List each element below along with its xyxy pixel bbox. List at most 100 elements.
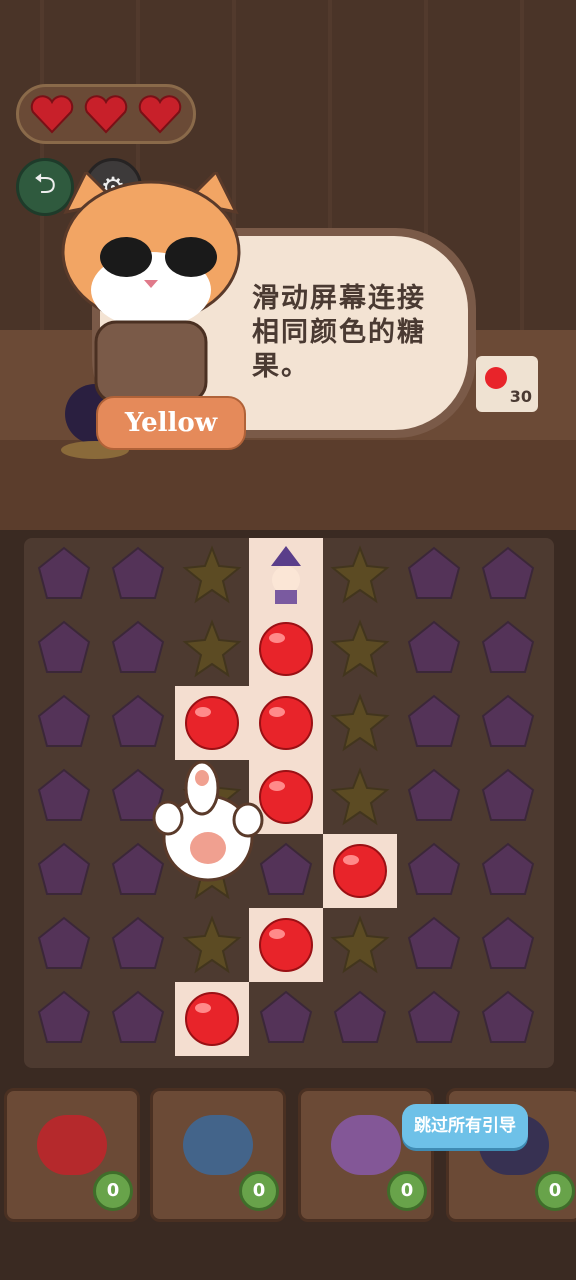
yellow-star-candy-icon: [182, 915, 242, 974]
yellow-star-candy-icon: [330, 693, 390, 752]
board-cell[interactable]: [101, 686, 175, 760]
board-cell[interactable]: [323, 908, 397, 982]
board-cell[interactable]: [323, 982, 397, 1056]
board-cell[interactable]: [323, 760, 397, 834]
purple-candy-icon: [481, 916, 535, 969]
speaker-name-tag: Yellow: [96, 396, 246, 450]
board-cell[interactable]: [397, 760, 471, 834]
purple-candy-icon: [111, 990, 165, 1043]
purple-candy-icon: [111, 546, 165, 599]
yellow-star-candy-icon: [330, 915, 390, 974]
board-cell[interactable]: [471, 908, 545, 982]
board-cell[interactable]: [27, 538, 101, 612]
board-cell[interactable]: [397, 612, 471, 686]
board-cell[interactable]: [471, 612, 545, 686]
booster-count: 0: [387, 1171, 427, 1211]
booster-shuffle-button[interactable]: 0: [150, 1088, 286, 1222]
yellow-star-candy-icon: [182, 619, 242, 678]
board-cell[interactable]: [27, 612, 101, 686]
board-cell[interactable]: [249, 538, 323, 612]
board-cell[interactable]: [175, 686, 249, 760]
skip-tutorial-button[interactable]: 跳过所有引导: [402, 1104, 528, 1148]
purple-candy-icon: [37, 694, 91, 747]
booster-count: 0: [239, 1171, 279, 1211]
cat-character-icon: [61, 172, 241, 402]
purple-candy-icon: [481, 694, 535, 747]
board-cell[interactable]: [471, 982, 545, 1056]
board-cell[interactable]: [471, 760, 545, 834]
board-cell[interactable]: [27, 760, 101, 834]
board-cell[interactable]: [27, 982, 101, 1056]
purple-candy-icon: [481, 620, 535, 673]
board-cell[interactable]: [249, 612, 323, 686]
red-candy-icon: [259, 622, 313, 676]
board-cell[interactable]: [27, 834, 101, 908]
red-candy-icon: [333, 844, 387, 898]
heart-icon: [37, 1115, 107, 1175]
board-cell[interactable]: [397, 982, 471, 1056]
board-cell[interactable]: [101, 538, 175, 612]
board-cell[interactable]: [175, 612, 249, 686]
board-cell[interactable]: [471, 538, 545, 612]
board-cell[interactable]: [249, 908, 323, 982]
purple-candy-icon: [407, 916, 461, 969]
board-cell[interactable]: [397, 538, 471, 612]
heart-icon: [30, 95, 74, 134]
board-cell[interactable]: [175, 538, 249, 612]
board-cell[interactable]: [249, 686, 323, 760]
level-counter: 30: [476, 356, 538, 412]
purple-candy-icon: [111, 694, 165, 747]
board-cell[interactable]: [101, 982, 175, 1056]
board-cell[interactable]: [101, 908, 175, 982]
purple-candy-icon: [407, 768, 461, 821]
level-counter-value: 30: [509, 387, 532, 406]
board-cell[interactable]: [249, 982, 323, 1056]
purple-candy-icon: [37, 620, 91, 673]
purple-candy-icon: [333, 990, 387, 1043]
purple-candy-icon: [481, 990, 535, 1043]
purple-candy-icon: [407, 620, 461, 673]
booster-count: 0: [93, 1171, 133, 1211]
purple-candy-icon: [407, 990, 461, 1043]
board-cell[interactable]: [471, 686, 545, 760]
purple-candy-icon: [407, 694, 461, 747]
witch-character-icon: [271, 546, 301, 604]
board-cell[interactable]: [323, 686, 397, 760]
heart-icon: [138, 95, 182, 134]
board-cell[interactable]: [323, 612, 397, 686]
board-cell[interactable]: [471, 834, 545, 908]
booster-heart-button[interactable]: 0: [4, 1088, 140, 1222]
purple-candy-icon: [37, 842, 91, 895]
shuffle-icon: [183, 1115, 253, 1175]
purple-candy-icon: [481, 768, 535, 821]
purple-candy-icon: [481, 842, 535, 895]
game-board[interactable]: [24, 538, 554, 1068]
red-candy-icon: [259, 770, 313, 824]
back-icon: ⮌: [33, 167, 57, 200]
booster-bar: 0 0 0 0: [0, 1080, 576, 1222]
purple-candy-icon: [259, 842, 313, 895]
yellow-star-candy-icon: [182, 545, 242, 604]
board-cell[interactable]: [323, 834, 397, 908]
red-candy-icon: [259, 918, 313, 972]
red-candy-icon: [485, 367, 507, 389]
board-cell[interactable]: [101, 612, 175, 686]
booster-count: 0: [535, 1171, 575, 1211]
board-cell[interactable]: [175, 982, 249, 1056]
board-cell[interactable]: [27, 908, 101, 982]
purple-candy-icon: [37, 990, 91, 1043]
board-cell[interactable]: [397, 908, 471, 982]
red-candy-icon: [185, 696, 239, 750]
board-cell[interactable]: [397, 834, 471, 908]
red-candy-icon: [259, 696, 313, 750]
purple-candy-icon: [37, 768, 91, 821]
purple-candy-icon: [37, 916, 91, 969]
board-cell[interactable]: [323, 538, 397, 612]
game-scene: 30 ⮌ ⚙ 滑动屏幕连接相同颜色的糖果。 Yellow 0 0 0 0 跳过所…: [0, 0, 576, 1280]
board-cell[interactable]: [397, 686, 471, 760]
board-cell[interactable]: [175, 908, 249, 982]
board-cell[interactable]: [27, 686, 101, 760]
purple-candy-icon: [407, 842, 461, 895]
purple-candy-icon: [37, 546, 91, 599]
purple-candy-icon: [407, 546, 461, 599]
